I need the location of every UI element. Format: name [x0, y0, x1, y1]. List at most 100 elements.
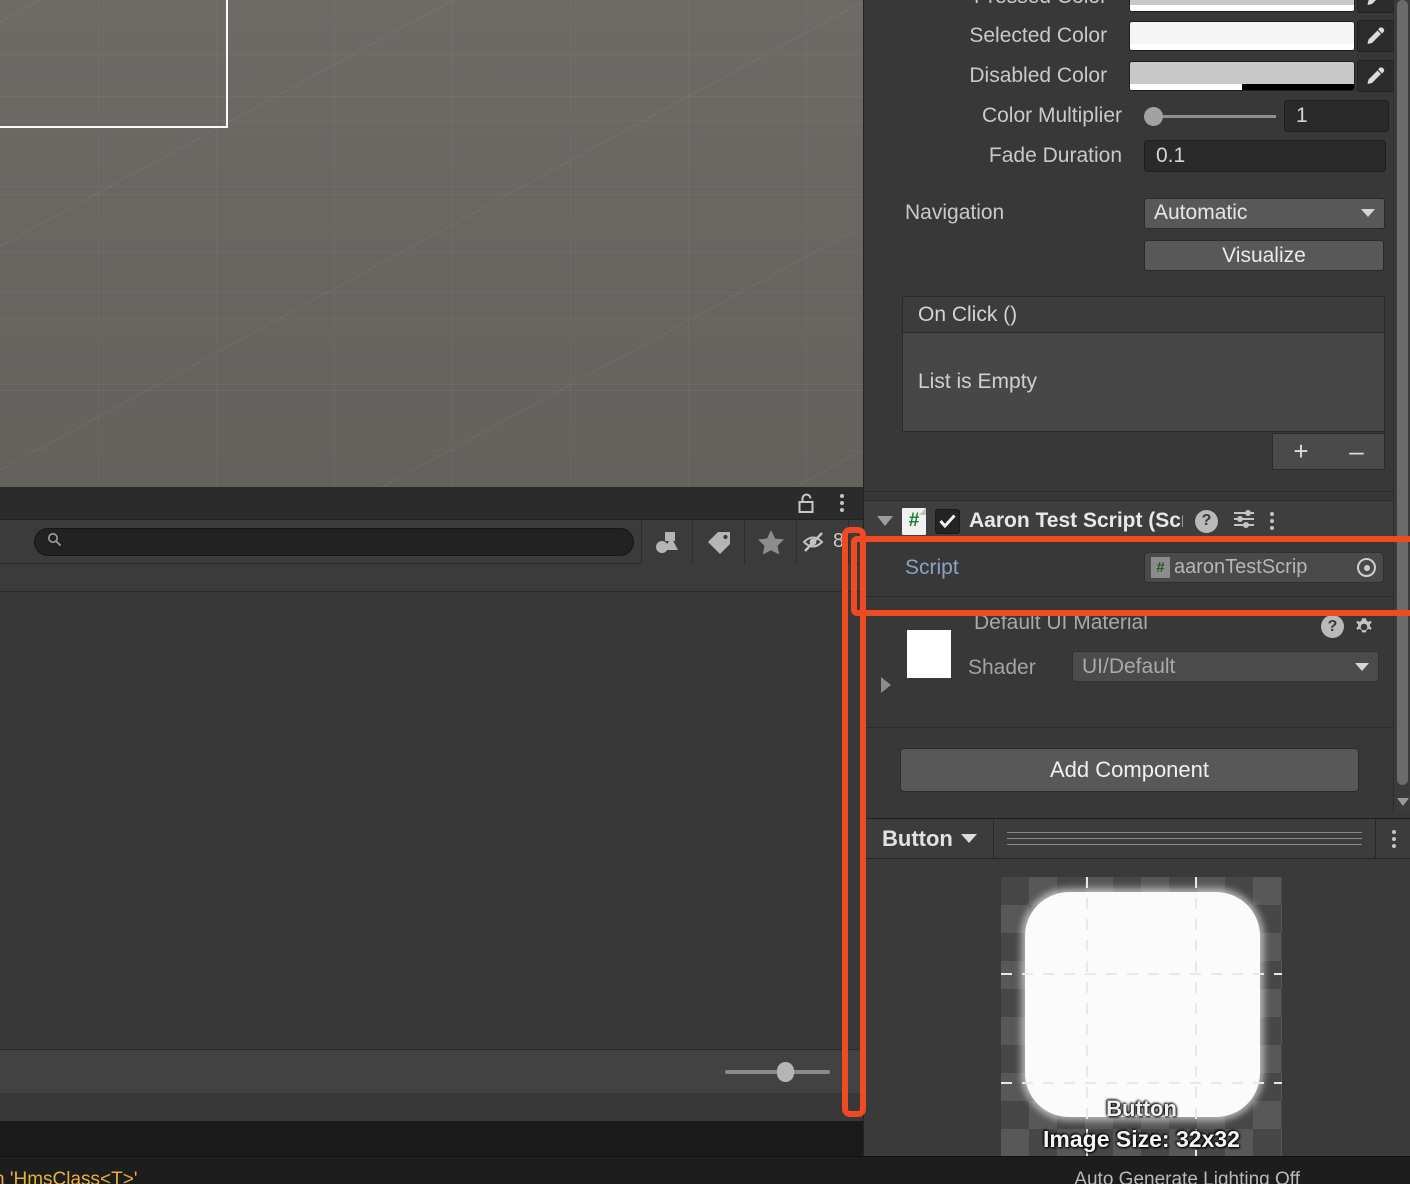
lock-open-icon[interactable] — [793, 490, 819, 516]
on-click-empty-text: List is Empty — [918, 370, 1038, 393]
shader-label: Shader — [968, 656, 1036, 679]
status-bar[interactable]: n 'HmsClass<T>' Auto Generate Lighting O… — [0, 1156, 1410, 1184]
fade-duration-label: Fade Duration — [988, 144, 1122, 167]
sprite-size-caption: Image Size: 32x32 — [1043, 1126, 1240, 1152]
shader-dropdown[interactable]: UI/Default — [1072, 651, 1379, 682]
help-icon[interactable]: ? — [1195, 509, 1218, 533]
zoom-slider-handle[interactable] — [777, 1061, 794, 1082]
on-click-remove-button[interactable]: – — [1349, 436, 1363, 467]
preset-icon[interactable] — [1232, 508, 1256, 535]
zoom-slider[interactable] — [725, 1061, 830, 1082]
inspector-scrollbar[interactable] — [1393, 0, 1410, 812]
star-icon[interactable] — [745, 519, 797, 564]
sprite-slice-guide-top — [1001, 973, 1282, 975]
help-icon[interactable]: ? — [1321, 615, 1344, 638]
scene-view[interactable] — [0, 0, 863, 487]
on-click-section: On Click () List is Empty + – — [902, 296, 1385, 470]
hidden-objects-count: 8 — [832, 530, 845, 552]
selected-color-alpha — [1130, 44, 1354, 50]
component-title: Aaron Test Script (Scrip — [969, 509, 1183, 532]
search-input-wrapper[interactable] — [34, 527, 634, 556]
navigation-dropdown[interactable]: Automatic — [1144, 197, 1385, 229]
on-click-add-button[interactable]: + — [1293, 436, 1308, 467]
property-row-navigation: Navigation Automatic — [864, 193, 1394, 233]
material-preview-swatch — [907, 630, 951, 678]
project-zoom-bar — [0, 1049, 863, 1093]
tag-icon[interactable] — [693, 519, 745, 564]
property-row-disabled-color: Disabled Color — [864, 56, 1394, 96]
fade-duration-value[interactable]: 0.1 — [1144, 140, 1386, 172]
navigation-value: Automatic — [1154, 201, 1248, 224]
lighting-status: Auto Generate Lighting Off — [1074, 1169, 1300, 1184]
component-enabled-checkbox[interactable] — [935, 508, 960, 534]
kebab-menu-icon[interactable] — [1270, 512, 1274, 530]
preview-stage[interactable]: Button Image Size: 32x32 — [864, 859, 1410, 1162]
section-divider — [864, 491, 1394, 492]
pressed-color-label: Pressed Color — [905, 0, 1129, 9]
chevron-down-icon[interactable] — [877, 516, 893, 526]
add-component-button[interactable]: Add Component — [900, 748, 1359, 792]
chevron-down-icon — [960, 834, 977, 843]
color-multiplier-slider[interactable] — [1144, 106, 1284, 126]
disabled-color-eyedropper-icon[interactable] — [1356, 60, 1394, 92]
component-header-icons: ? — [1195, 508, 1274, 535]
search-icon — [47, 532, 62, 552]
hidden-objects-icon[interactable]: 8 — [797, 519, 849, 564]
sprite-preview[interactable]: Button Image Size: 32x32 — [1001, 877, 1282, 1162]
selected-color-swatch[interactable] — [1129, 21, 1355, 51]
object-picker-icon[interactable] — [1357, 558, 1376, 577]
disabled-color-alpha — [1130, 84, 1354, 90]
inspector-scroll-content: Pressed Color Selected Color — [864, 0, 1394, 812]
gear-icon[interactable] — [1352, 615, 1376, 644]
preview-drag-handle[interactable] — [994, 818, 1376, 859]
property-row-pressed-color: Pressed Color — [864, 0, 1394, 16]
kebab-menu-icon[interactable] — [1376, 819, 1410, 859]
preview-object-selector[interactable]: Button — [864, 818, 994, 859]
property-row-color-multiplier: Color Multiplier 1 — [864, 96, 1394, 136]
script-label: Script — [905, 556, 959, 579]
selected-color-label: Selected Color — [969, 24, 1108, 47]
inspector-panel: Pressed Color Selected Color — [863, 0, 1410, 1162]
sprite-slice-guide-bottom — [1001, 1082, 1282, 1084]
component-header-aaron-test-script[interactable]: # Aaron Test Script (Scrip ? — [864, 500, 1394, 541]
color-multiplier-value[interactable]: 1 — [1284, 100, 1389, 132]
visualize-button[interactable]: Visualize — [1144, 240, 1384, 271]
chevron-down-icon — [1355, 662, 1369, 671]
script-object-field[interactable]: # aaronTestScrip — [1144, 552, 1384, 583]
inspector-scrollbar-thumb[interactable] — [1397, 0, 1408, 785]
disabled-color-label: Disabled Color — [969, 64, 1108, 87]
search-input[interactable] — [68, 534, 621, 549]
selected-color-eyedropper-icon[interactable] — [1356, 20, 1394, 52]
script-object-value: aaronTestScrip — [1174, 556, 1308, 578]
chevron-right-icon[interactable] — [881, 677, 891, 693]
canvas-bounds-outline — [0, 0, 228, 128]
csharp-script-icon: # — [902, 507, 926, 535]
kebab-menu-icon[interactable] — [829, 490, 855, 516]
script-field-row: Script # aaronTestScrip — [864, 541, 1394, 595]
material-section: Default UI Material ? Shader UI/Default — [864, 605, 1394, 700]
navigation-label: Navigation — [905, 201, 1005, 224]
hierarchy-panel: 8 — [0, 487, 863, 1121]
search-filter-group: 8 — [641, 519, 849, 564]
chevron-down-icon — [1361, 209, 1375, 217]
property-row-fade-duration: Fade Duration 0.1 — [864, 136, 1394, 176]
disabled-color-swatch[interactable] — [1129, 61, 1355, 91]
material-title: Default UI Material — [974, 611, 1148, 634]
pressed-color-alpha — [1130, 5, 1354, 11]
pressed-color-swatch[interactable] — [1129, 0, 1355, 12]
shapes-filter-icon[interactable] — [641, 519, 693, 564]
on-click-list[interactable]: List is Empty — [902, 333, 1385, 432]
preview-title: Button — [882, 825, 953, 851]
csharp-script-icon: # — [1151, 557, 1170, 578]
hierarchy-list-body[interactable] — [0, 592, 863, 1050]
scroll-down-arrow-icon[interactable] — [1397, 798, 1409, 806]
shader-value: UI/Default — [1082, 654, 1176, 678]
color-multiplier-handle[interactable] — [1144, 106, 1163, 126]
search-row: 8 — [0, 519, 863, 564]
color-multiplier-label: Color Multiplier — [981, 104, 1122, 127]
color-multiplier-track[interactable] — [1144, 106, 1276, 126]
pressed-color-eyedropper-icon[interactable] — [1356, 0, 1394, 13]
sprite-name-caption: Button — [1106, 1096, 1177, 1121]
panel-tab-bar — [0, 487, 863, 520]
on-click-header[interactable]: On Click () — [902, 296, 1385, 333]
